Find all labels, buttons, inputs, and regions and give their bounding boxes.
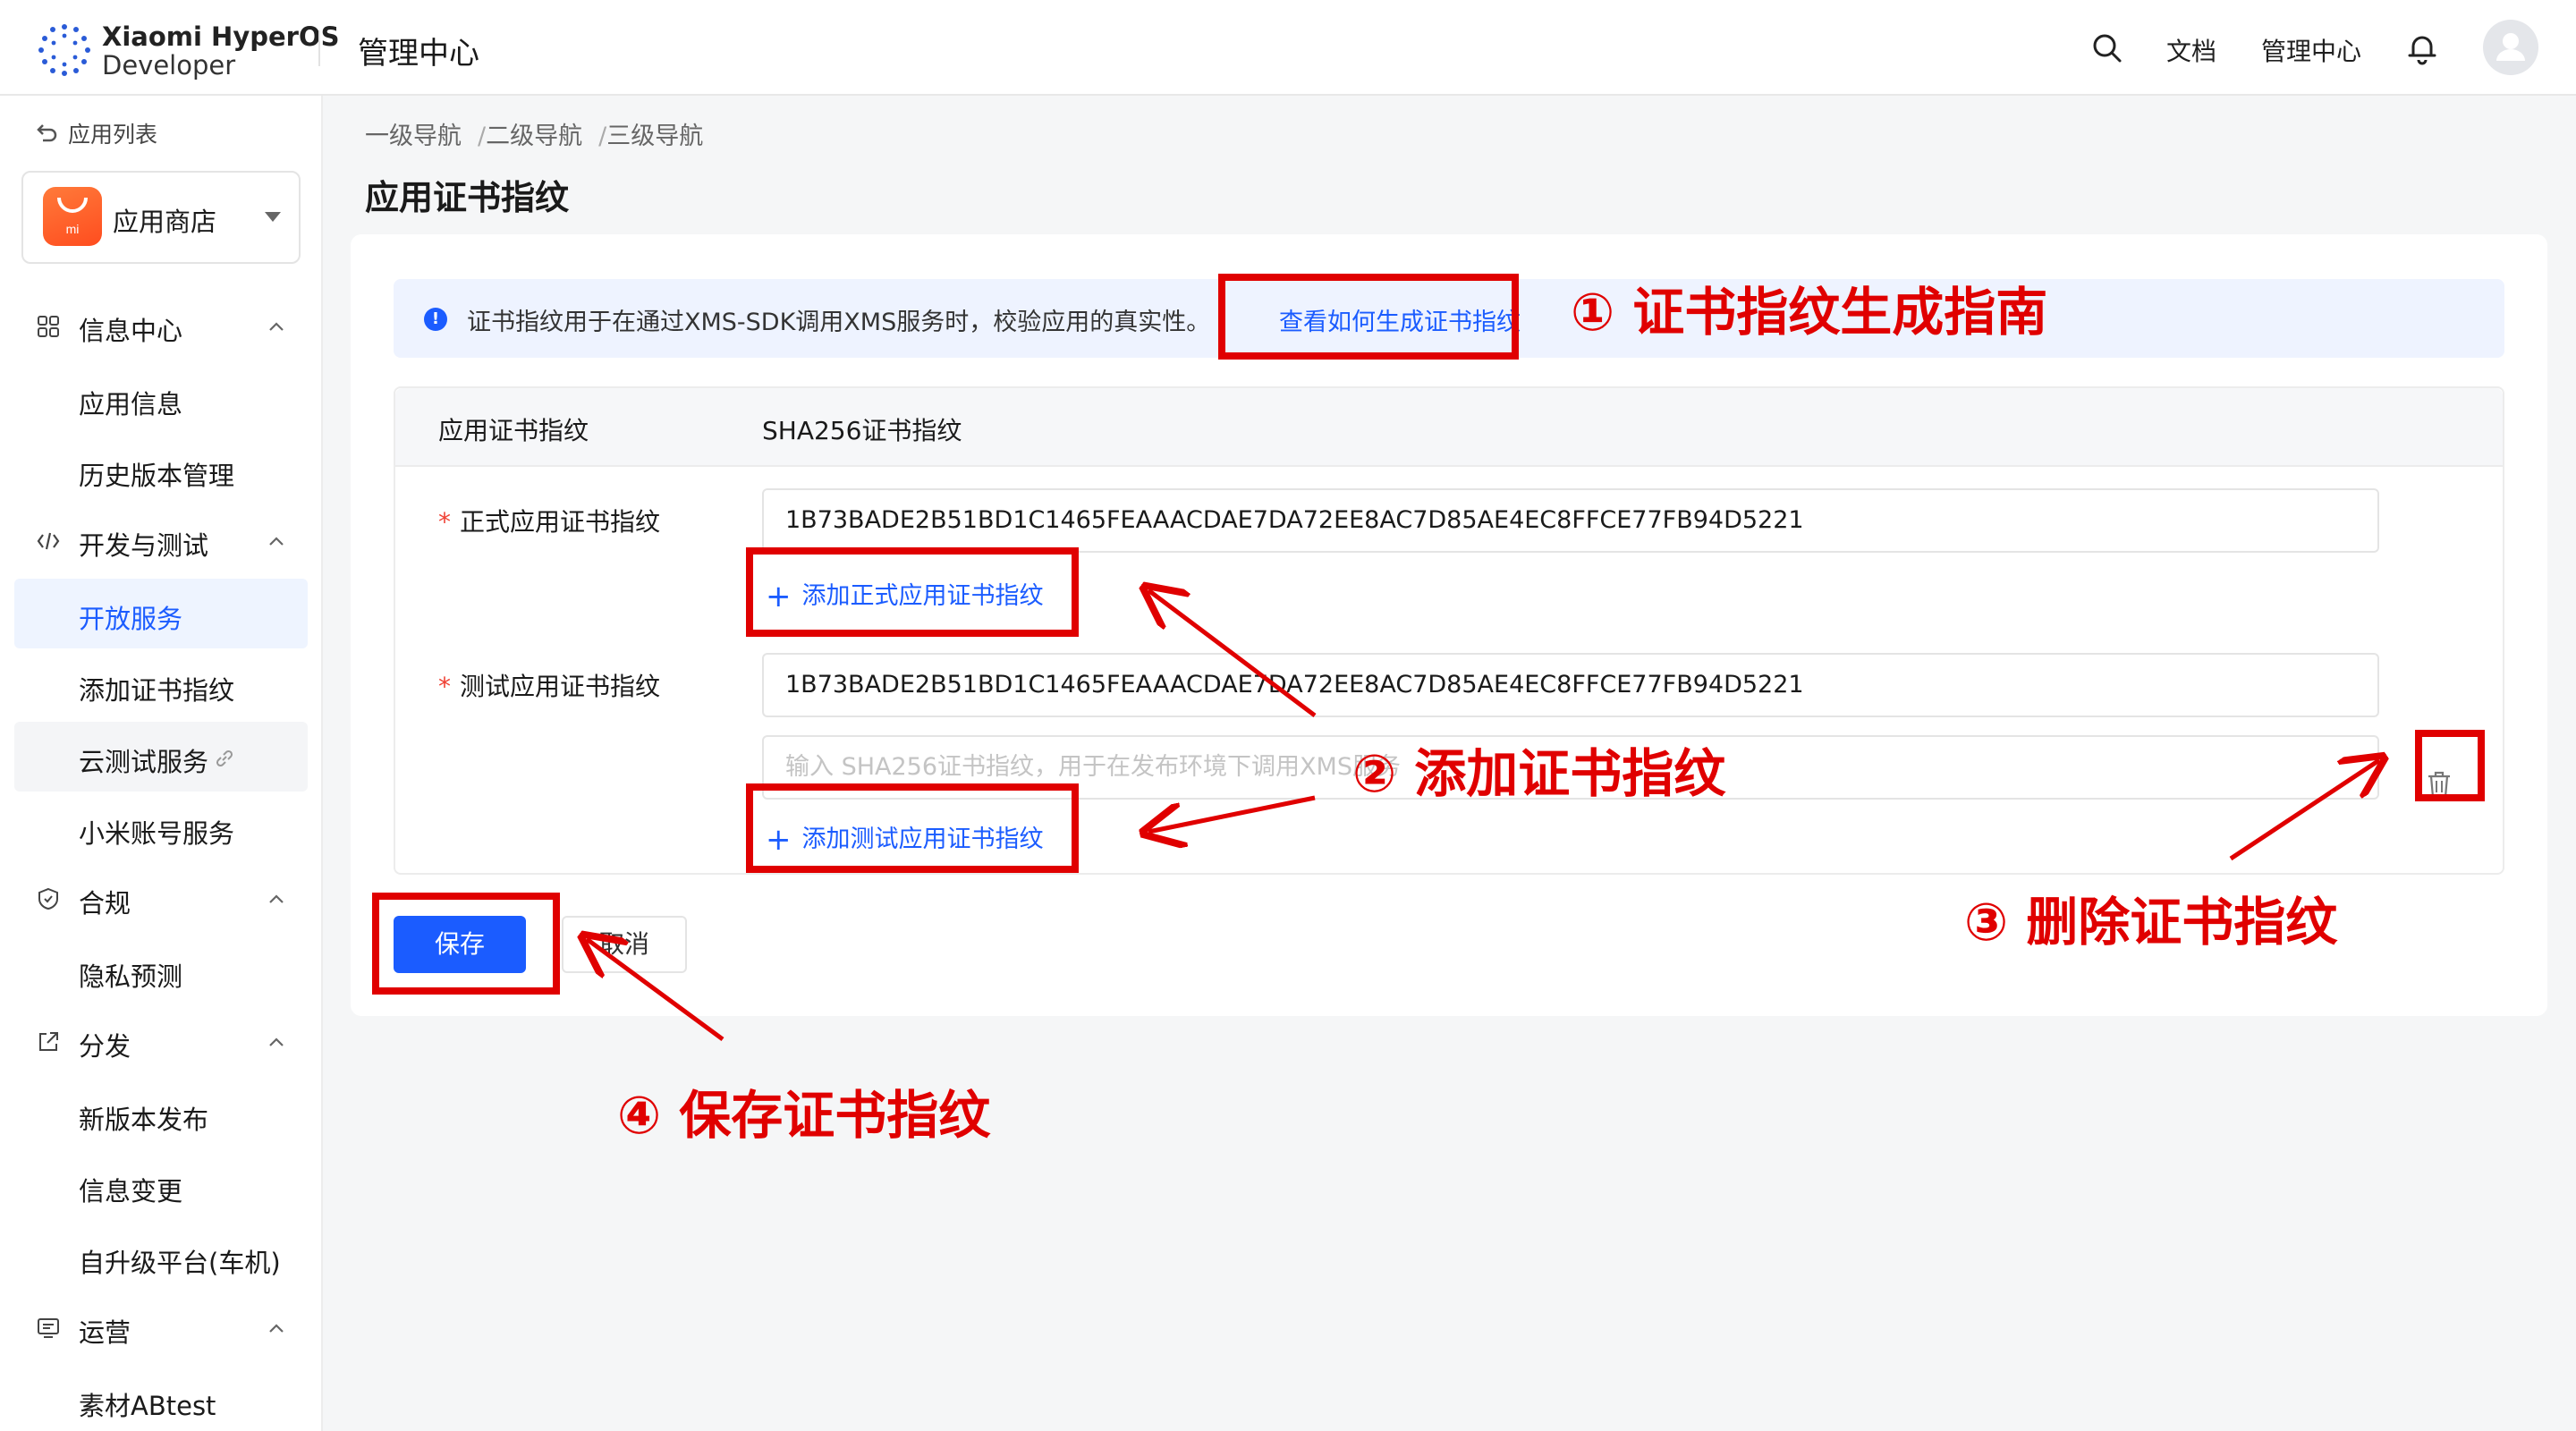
test-fingerprint-label: * 测试应用证书指纹 bbox=[438, 667, 660, 703]
chevron-up-icon bbox=[269, 894, 284, 903]
monitor-icon bbox=[38, 1318, 59, 1338]
table-header: 应用证书指纹 SHA256证书指纹 bbox=[395, 388, 2503, 467]
nav-item-info-change[interactable]: 信息变更 bbox=[14, 1151, 308, 1221]
sidebar: 应用列表 mi 应用商店 信息中心 应用信息 历史版本管理 开发与测试 开放服务… bbox=[0, 96, 323, 1431]
nav-item-mi-account[interactable]: 小米账号服务 bbox=[14, 793, 308, 863]
avatar[interactable] bbox=[2483, 20, 2538, 75]
nav-group-label: 开发与测试 bbox=[79, 530, 209, 561]
annotation-2: ② 添加证书指纹 bbox=[1352, 743, 1726, 804]
back-to-app-list[interactable]: 应用列表 bbox=[68, 117, 157, 149]
highlight-add-release bbox=[746, 547, 1079, 637]
highlight-trash bbox=[2415, 730, 2485, 801]
share-icon bbox=[39, 1032, 58, 1051]
nav-group-dev-test[interactable]: 开发与测试 bbox=[0, 514, 323, 568]
highlight-guide-link bbox=[1218, 274, 1519, 360]
nav-group-info-center[interactable]: 信息中心 bbox=[0, 300, 323, 353]
nav-group-compliance[interactable]: 合规 bbox=[0, 872, 323, 926]
nav-item-cloud-test[interactable]: 云测试服务 bbox=[14, 722, 308, 792]
release-fingerprint-label: * 正式应用证书指纹 bbox=[438, 503, 660, 538]
nav-item-privacy-check[interactable]: 隐私预测 bbox=[14, 936, 308, 1006]
divider bbox=[318, 30, 320, 66]
breadcrumb-item: 三级导航 bbox=[606, 123, 704, 150]
chevron-up-icon bbox=[269, 537, 284, 546]
nav-item-new-release[interactable]: 新版本发布 bbox=[14, 1080, 308, 1149]
annotation-1: ① 证书指纹生成指南 bbox=[1571, 282, 2048, 343]
breadcrumb-item[interactable]: 一级导航 bbox=[365, 123, 462, 150]
nav-item-material-abtest[interactable]: 素材ABtest bbox=[14, 1366, 308, 1431]
nav-item-label: 历史版本管理 bbox=[79, 461, 235, 491]
annotation-3: ③ 删除证书指纹 bbox=[1964, 892, 2338, 953]
required-mark: * bbox=[438, 672, 451, 701]
nav-item-label: 添加证书指纹 bbox=[79, 675, 235, 706]
nav-group-label: 运营 bbox=[79, 1317, 131, 1348]
nav-item-add-cert-fingerprint[interactable]: 添加证书指纹 bbox=[14, 650, 308, 720]
info-icon: ! bbox=[424, 308, 447, 331]
nav-item-label: 应用信息 bbox=[79, 389, 183, 419]
annotation-4: ④ 保存证书指纹 bbox=[617, 1085, 991, 1146]
external-link-icon bbox=[216, 749, 233, 767]
user-icon bbox=[2496, 33, 2525, 61]
breadcrumb: 一级导航/二级导航/三级导航 bbox=[365, 116, 703, 151]
docs-link[interactable]: 文档 bbox=[2166, 32, 2216, 68]
nav-group-distribution[interactable]: 分发 bbox=[0, 1015, 323, 1069]
breadcrumb-item[interactable]: 二级导航 bbox=[486, 123, 582, 150]
top-bar: Xiaomi HyperOS Developer 管理中心 文档 管理中心 bbox=[0, 0, 2576, 96]
top-title: 管理中心 bbox=[358, 36, 479, 72]
hyperos-logo-icon bbox=[38, 24, 90, 76]
app-store-icon: mi bbox=[43, 187, 102, 246]
bell-icon[interactable] bbox=[2404, 30, 2440, 66]
required-mark: * bbox=[438, 507, 451, 537]
nav-item-open-services[interactable]: 开放服务 bbox=[14, 579, 308, 648]
column-header: SHA256证书指纹 bbox=[762, 416, 962, 445]
nav-item-label: 云测试服务 bbox=[79, 747, 209, 777]
nav-item-label: 小米账号服务 bbox=[79, 818, 235, 849]
caret-down-icon bbox=[265, 212, 281, 222]
nav-group-label: 分发 bbox=[79, 1031, 131, 1062]
grid-icon bbox=[38, 316, 59, 337]
app-selector[interactable]: mi 应用商店 bbox=[21, 171, 301, 264]
nav-item-label: 新版本发布 bbox=[79, 1105, 209, 1135]
nav-item-label: 开放服务 bbox=[79, 604, 183, 634]
chevron-up-icon bbox=[269, 1037, 284, 1046]
nav-item-self-upgrade[interactable]: 自升级平台(车机) bbox=[14, 1223, 308, 1292]
chevron-up-icon bbox=[269, 322, 284, 331]
info-text: 证书指纹用于在通过XMS-SDK调用XMS服务时，校验应用的真实性。 bbox=[467, 309, 1211, 336]
brand-subtitle: Developer bbox=[102, 50, 236, 80]
back-icon[interactable] bbox=[34, 121, 59, 146]
search-icon[interactable] bbox=[2089, 30, 2125, 66]
svg-text:mi: mi bbox=[66, 222, 80, 236]
nav-item-label: 信息变更 bbox=[79, 1176, 183, 1207]
cancel-button[interactable]: 取消 bbox=[562, 916, 687, 973]
chevron-up-icon bbox=[269, 1324, 284, 1333]
page-title: 应用证书指纹 bbox=[365, 178, 570, 217]
brand-name: Xiaomi HyperOS bbox=[102, 21, 340, 52]
admin-center-link[interactable]: 管理中心 bbox=[2261, 32, 2361, 68]
breadcrumb-separator: / bbox=[478, 123, 487, 150]
highlight-add-test bbox=[746, 783, 1079, 873]
breadcrumb-separator: / bbox=[598, 123, 607, 150]
release-fingerprint-input[interactable]: 1B73BADE2B51BD1C1465FEAAACDAE7DA72EE8AC7… bbox=[762, 488, 2379, 553]
test-fingerprint-input[interactable]: 1B73BADE2B51BD1C1465FEAAACDAE7DA72EE8AC7… bbox=[762, 653, 2379, 717]
app-name: 应用商店 bbox=[113, 207, 217, 237]
code-icon bbox=[37, 532, 60, 550]
test-fingerprint-label-text: 测试应用证书指纹 bbox=[460, 672, 661, 701]
nav-item-app-info[interactable]: 应用信息 bbox=[14, 364, 308, 434]
column-header: 应用证书指纹 bbox=[438, 416, 589, 445]
nav-group-label: 信息中心 bbox=[79, 316, 183, 346]
nav-item-label: 自升级平台(车机) bbox=[79, 1248, 281, 1278]
nav-item-label: 隐私预测 bbox=[79, 961, 183, 992]
nav-item-version-history[interactable]: 历史版本管理 bbox=[14, 436, 308, 505]
highlight-save bbox=[372, 893, 560, 995]
shield-icon bbox=[38, 887, 58, 910]
nav-group-operations[interactable]: 运营 bbox=[0, 1301, 323, 1355]
nav-item-label: 素材ABtest bbox=[79, 1391, 216, 1421]
release-fingerprint-label-text: 正式应用证书指纹 bbox=[460, 507, 661, 537]
nav-group-label: 合规 bbox=[79, 888, 131, 919]
